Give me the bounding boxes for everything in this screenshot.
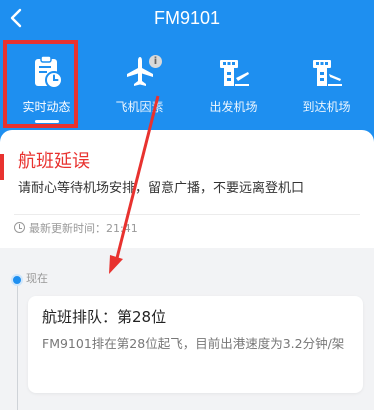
tab-departure-airport[interactable]: 出发机场 [187, 42, 280, 128]
timeline-line [17, 282, 18, 410]
update-time: 21:41 [106, 222, 138, 235]
tab-arrival-label: 到达机场 [302, 100, 351, 114]
queue-title: 航班排队：第28位 [42, 308, 167, 326]
last-update: 最新更新时间：21:41 [14, 222, 138, 236]
divider [14, 214, 360, 215]
tab-departure-label: 出发机场 [209, 100, 258, 114]
status-notice: 请耐心等待机场安排，留意广播，不要远离登机口 [18, 181, 305, 196]
status-accent-bar [0, 154, 4, 180]
flight-status-text: 航班延误 [18, 151, 90, 172]
highlight-box [3, 40, 78, 128]
control-tower-departure-icon [216, 54, 252, 90]
tab-aircraft[interactable]: 飞机因素 [93, 42, 186, 128]
timeline: 现在 航班排队：第28位 FM9101排在第28位起飞，目前出港速度为3.2分钟… [0, 248, 374, 410]
timeline-now-label: 现在 [26, 272, 48, 285]
info-badge: i [149, 55, 162, 68]
tab-arrival-airport[interactable]: 到达机场 [280, 42, 373, 128]
flight-status-card: 航班延误 请耐心等待机场安排，留意广播，不要远离登机口 最新更新时间：21:41 [0, 130, 374, 248]
timeline-dot [11, 274, 23, 286]
queue-card[interactable]: 航班排队：第28位 FM9101排在第28位起飞，目前出港速度为3.2分钟/架 [28, 296, 363, 393]
queue-description: FM9101排在第28位起飞，目前出港速度为3.2分钟/架 [42, 336, 345, 351]
tab-aircraft-label: 飞机因素 [115, 100, 164, 114]
page-title: FM9101 [153, 8, 221, 28]
update-label: 最新更新时间： [29, 222, 106, 235]
clock-icon [14, 222, 25, 233]
control-tower-arrival-icon [309, 54, 345, 90]
